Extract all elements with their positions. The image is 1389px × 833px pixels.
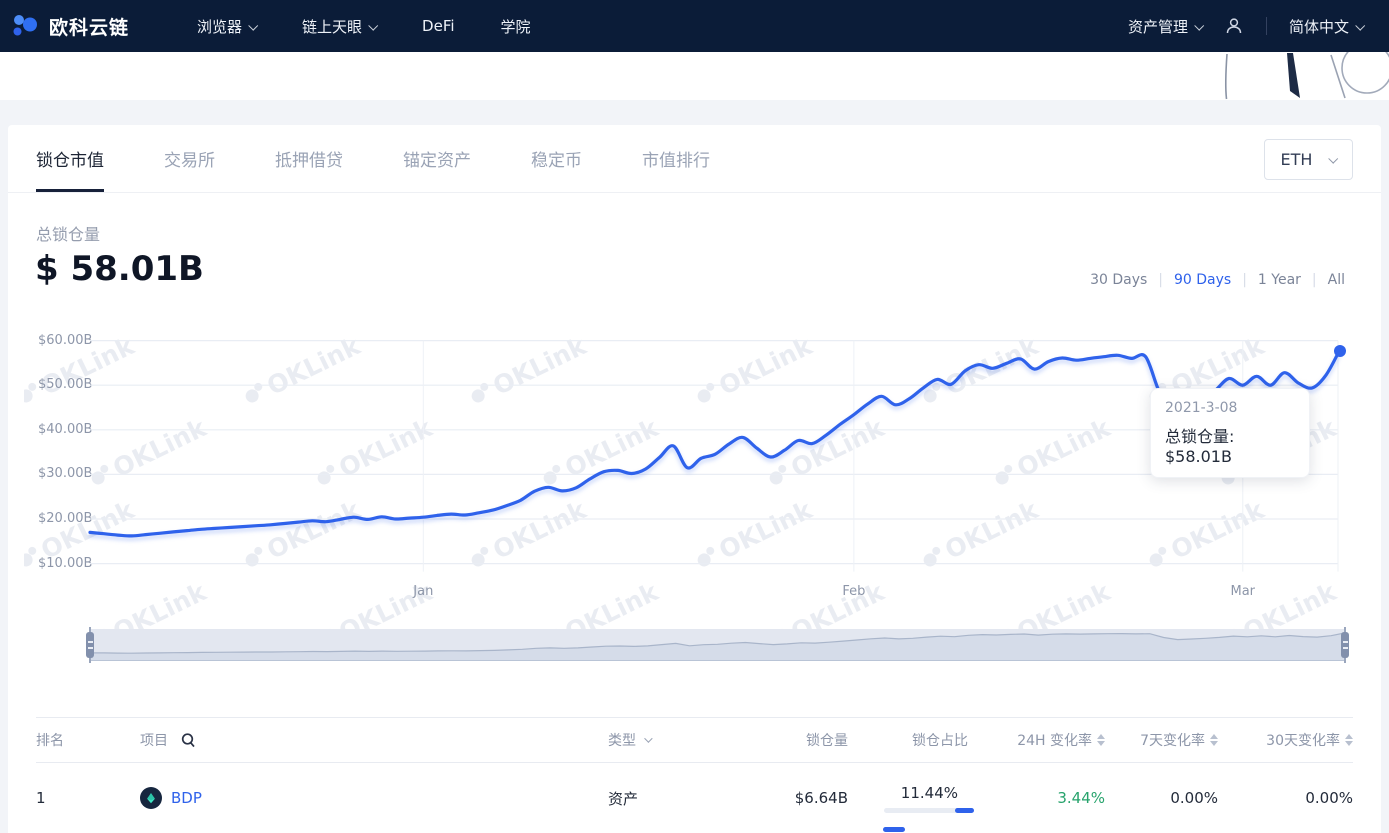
cell-7d-change: 0.00% xyxy=(1105,789,1218,807)
tab-bar: 锁仓市值 交易所 抵押借贷 锚定资产 稳定币 市值排行 ETH xyxy=(8,125,1381,193)
chevron-down-icon xyxy=(1194,20,1204,30)
cell-24h-change: 3.44% xyxy=(968,789,1105,807)
nav-item-academy[interactable]: 学院 xyxy=(501,16,531,37)
time-range-selector: 30 Days | 90 Days | 1 Year | All xyxy=(1090,272,1345,288)
header-24h-change[interactable]: 24H 变化率 xyxy=(968,730,1105,750)
top-navbar: 欧科云链 浏览器 链上天眼 DeFi 学院 资产管理 简体中文 xyxy=(0,0,1389,52)
sort-icon xyxy=(1210,734,1218,746)
range-30d[interactable]: 30 Days xyxy=(1090,272,1147,288)
tooltip-value: 总锁仓量: $58.01B xyxy=(1165,423,1295,466)
brush-left-handle[interactable] xyxy=(86,632,94,658)
next-row-progress-fill-partial xyxy=(883,827,905,832)
cell-project: BDP xyxy=(140,787,608,809)
search-icon[interactable] xyxy=(180,732,197,749)
chart-brush-slider[interactable] xyxy=(90,629,1345,661)
header-share[interactable]: 锁仓占比 xyxy=(848,730,968,750)
cell-rank: 1 xyxy=(36,789,140,807)
tvl-value: $ 58.01B xyxy=(35,249,204,289)
chevron-down-icon xyxy=(368,20,378,30)
nav-right: 资产管理 简体中文 xyxy=(1128,16,1363,37)
range-1y[interactable]: 1 Year xyxy=(1258,272,1301,288)
sort-icon xyxy=(1345,734,1353,746)
table-row[interactable]: 1 BDP 资产 $6.64B 11.44% 3.44% 0.00% 0.00% xyxy=(36,763,1353,833)
logo-dots-icon xyxy=(10,11,40,41)
cell-30d-change: 0.00% xyxy=(1218,789,1353,807)
header-project: 项目 xyxy=(140,730,608,750)
sort-icon xyxy=(1097,734,1105,746)
oklink-logo[interactable]: 欧科云链 xyxy=(10,11,129,41)
chevron-down-icon xyxy=(1329,154,1339,164)
chevron-down-icon xyxy=(1355,20,1365,30)
tab-pegged-assets[interactable]: 锚定资产 xyxy=(403,125,471,192)
hero-band xyxy=(0,52,1389,100)
currency-selected-value: ETH xyxy=(1281,150,1313,169)
hero-illustration-fragment xyxy=(1179,52,1389,100)
tab-exchanges[interactable]: 交易所 xyxy=(164,125,215,192)
brush-right-handle[interactable] xyxy=(1341,632,1349,658)
currency-dropdown[interactable]: ETH xyxy=(1264,139,1353,180)
share-progress-bar xyxy=(884,808,974,813)
header-locked[interactable]: 锁仓量 xyxy=(760,730,848,750)
range-90d[interactable]: 90 Days xyxy=(1174,272,1231,288)
header-rank[interactable]: 排名 xyxy=(36,730,140,750)
chart-endpoint-dot xyxy=(1334,345,1346,357)
tab-marketcap-ranking[interactable]: 市值排行 xyxy=(642,125,710,192)
tvl-label: 总锁仓量 xyxy=(36,221,100,245)
defi-card: 锁仓市值 交易所 抵押借贷 锚定资产 稳定币 市值排行 ETH 总锁仓量 $ 5… xyxy=(8,125,1381,833)
chart-tooltip: 2021-3-08 总锁仓量: $58.01B xyxy=(1150,388,1310,478)
cell-locked: $6.64B xyxy=(760,789,848,807)
project-link[interactable]: BDP xyxy=(171,789,202,807)
share-value: 11.44% xyxy=(901,784,968,802)
chevron-down-icon xyxy=(248,20,258,30)
nav-item-chaintelligence[interactable]: 链上天眼 xyxy=(302,16,376,37)
tab-stablecoins[interactable]: 稳定币 xyxy=(531,125,582,192)
range-all[interactable]: All xyxy=(1328,272,1345,288)
nav-item-explorer[interactable]: 浏览器 xyxy=(197,16,256,37)
share-progress-fill xyxy=(955,808,974,813)
logo-text: 欧科云链 xyxy=(49,13,129,40)
tab-lending[interactable]: 抵押借贷 xyxy=(275,125,343,192)
tab-locked-marketcap[interactable]: 锁仓市值 xyxy=(36,125,104,192)
page-gap xyxy=(0,100,1389,125)
header-7d-change[interactable]: 7天变化率 xyxy=(1105,730,1218,750)
header-30d-change[interactable]: 30天变化率 xyxy=(1218,730,1353,750)
header-type[interactable]: 类型 xyxy=(608,730,760,750)
nav-item-asset-management[interactable]: 资产管理 xyxy=(1128,16,1202,37)
bdp-coin-icon xyxy=(140,787,162,809)
nav-divider xyxy=(1266,17,1267,35)
tooltip-date: 2021-3-08 xyxy=(1165,400,1295,416)
user-icon[interactable] xyxy=(1224,16,1244,36)
chevron-down-icon xyxy=(644,734,652,742)
nav-item-defi[interactable]: DeFi xyxy=(422,17,454,35)
cell-type: 资产 xyxy=(608,788,760,809)
nav-menu: 浏览器 链上天眼 DeFi 学院 xyxy=(197,16,531,37)
nav-item-language[interactable]: 简体中文 xyxy=(1289,16,1363,37)
cell-share: 11.44% xyxy=(848,784,968,813)
table-header-row: 排名 项目 类型 锁仓量 锁仓占比 24H 变化率 7天变化率 30天变化率 xyxy=(36,717,1353,763)
